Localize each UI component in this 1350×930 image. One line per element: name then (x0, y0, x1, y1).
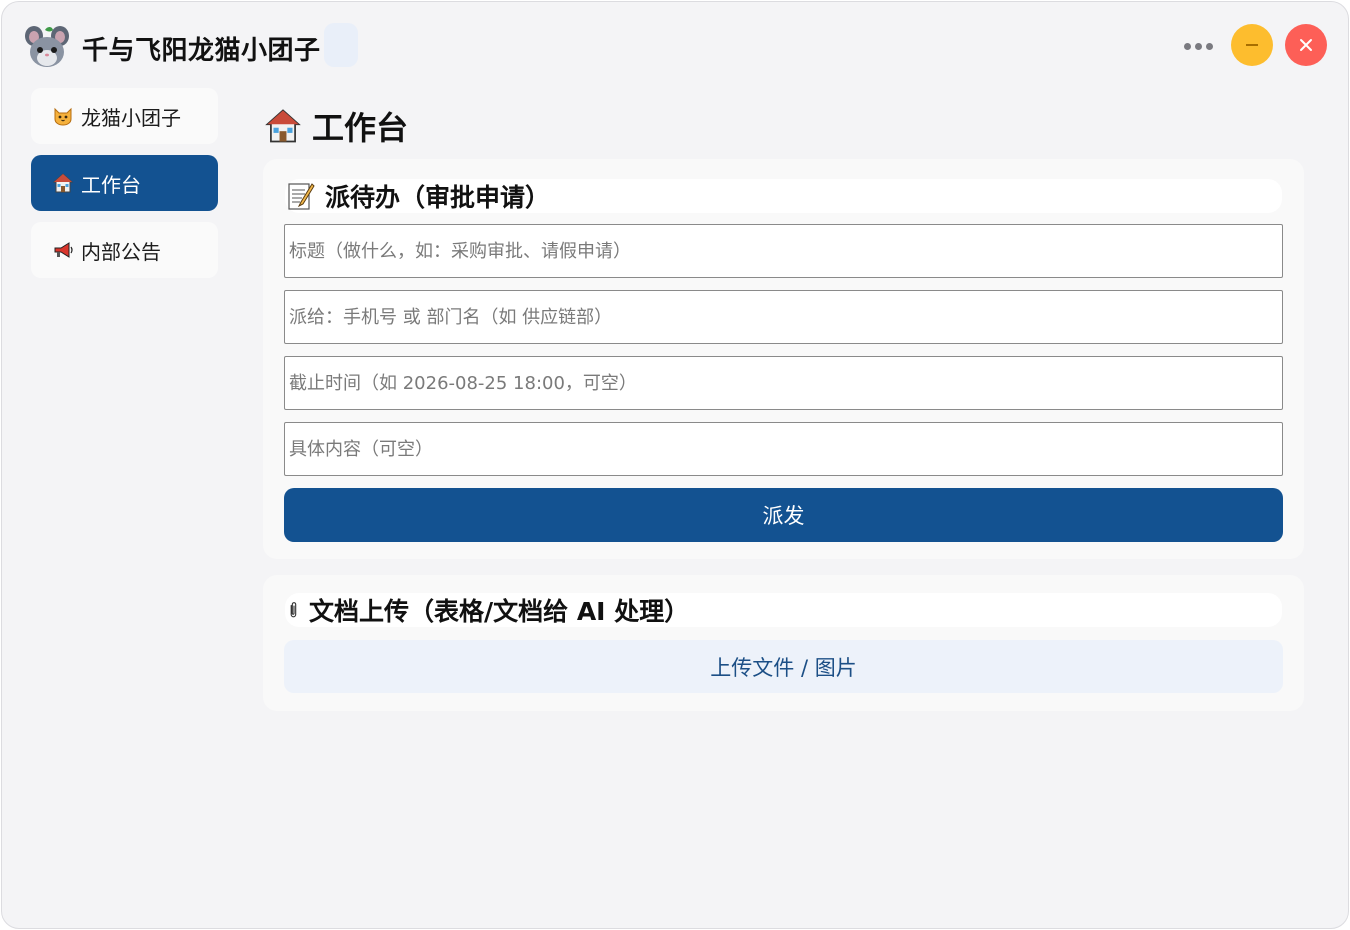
megaphone-icon (51, 238, 75, 262)
app-window: 千与飞阳龙猫小团子 龙猫小团子 工作台 内部公告 工作台 派待办（审批申请） 标… (1, 1, 1349, 929)
page-title: 工作台 (264, 104, 408, 148)
more-options-button[interactable] (1178, 34, 1218, 58)
sidebar-item-chinchilla[interactable]: 龙猫小团子 (31, 88, 218, 144)
more-dots-icon (1194, 42, 1202, 50)
paperclip-icon (290, 602, 297, 618)
close-button[interactable] (1285, 24, 1327, 66)
upload-card-title: 文档上传（表格/文档给 AI 处理） (309, 597, 690, 626)
more-dots-icon (1183, 42, 1191, 50)
chinchilla-avatar-icon (25, 26, 69, 67)
deadline-input[interactable] (284, 356, 1283, 410)
house-icon (51, 171, 75, 195)
task-dispatch-card: 派待办（审批申请） 派发 (263, 159, 1304, 559)
close-icon (1300, 39, 1312, 51)
sidebar-item-workbench[interactable]: 工作台 (31, 155, 218, 211)
sidebar-item-label: 内部公告 (81, 239, 161, 264)
house-icon (265, 109, 301, 143)
memo-icon (288, 183, 315, 210)
sidebar-item-label: 工作台 (81, 172, 141, 197)
task-title-input[interactable] (284, 224, 1283, 278)
document-upload-card: 文档上传（表格/文档给 AI 处理） 上传文件 / 图片 (263, 575, 1304, 711)
cat-face-icon (51, 104, 75, 128)
upload-file-button[interactable]: 上传文件 / 图片 (284, 640, 1283, 693)
task-content-input[interactable] (284, 422, 1283, 476)
sidebar-item-label: 龙猫小团子 (81, 105, 181, 130)
minimize-button[interactable] (1231, 24, 1273, 66)
minus-icon (1246, 44, 1258, 46)
title-chip (324, 23, 358, 67)
sidebar-item-announcements[interactable]: 内部公告 (31, 222, 218, 278)
assignee-input[interactable] (284, 290, 1283, 344)
task-card-header: 派待办（审批申请） (285, 179, 1282, 213)
title-bar: 千与飞阳龙猫小团子 (2, 2, 1348, 88)
dispatch-button[interactable]: 派发 (284, 488, 1283, 542)
app-title: 千与飞阳龙猫小团子 (82, 36, 321, 66)
upload-card-header: 文档上传（表格/文档给 AI 处理） (285, 593, 1282, 627)
more-dots-icon (1205, 42, 1213, 50)
task-card-title: 派待办（审批申请） (325, 183, 551, 212)
page-title-text: 工作台 (312, 109, 409, 147)
